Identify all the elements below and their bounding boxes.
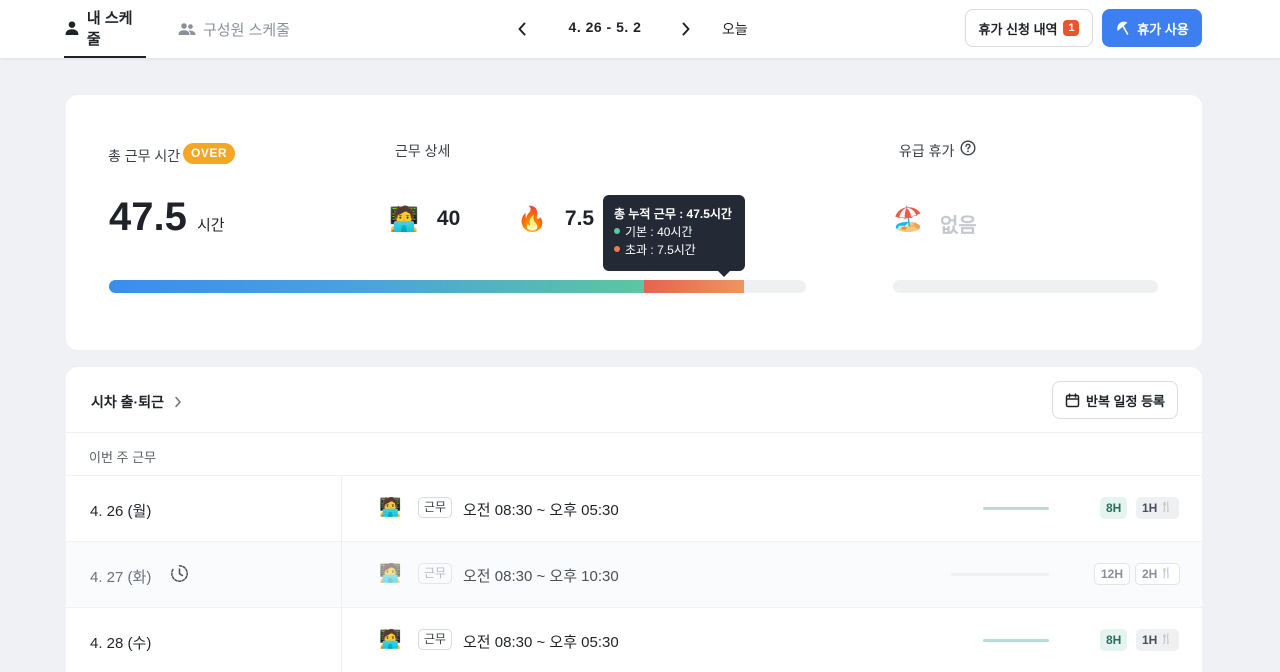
work-type-chip: 근무 [418, 629, 453, 650]
week-date-range: 4. 26 - 5. 2 [568, 19, 642, 35]
work-type-chip: 근무 [418, 497, 453, 518]
over-dot-icon [614, 246, 620, 252]
chevron-right-icon [682, 22, 690, 36]
work-hours-progress[interactable] [109, 280, 806, 293]
use-leave-label: 휴가 사용 [1137, 21, 1189, 37]
progress-tooltip: 총 누적 근무 : 47.5시간 기본 : 40시간 초과 : 7.5시간 [603, 195, 745, 277]
technologist-icon: 🧑‍💻 [389, 205, 419, 233]
work-detail-label: 근무 상세 [395, 143, 451, 159]
tab-my-schedule-label: 내 스케줄 [86, 10, 133, 48]
paid-leave-value: 없음 [940, 215, 977, 237]
tab-member-schedule-label: 구성원 스케줄 [203, 21, 290, 39]
beach-umbrella-icon: 🏖️ [893, 205, 923, 233]
repeat-schedule-button[interactable]: 반복 일정 등록 [1052, 381, 1178, 419]
row-work-time: 오전 08:30 ~ 오후 05:30 [463, 502, 619, 519]
flex-time-label: 시차 출·퇴근 [91, 394, 164, 410]
row-timeline-bar [951, 573, 1049, 576]
total-hours-unit: 시간 [197, 217, 225, 234]
row-work-time: 오전 08:30 ~ 오후 05:30 [463, 634, 619, 651]
row-timeline-bar [983, 639, 1049, 642]
over-badge: OVER [183, 143, 236, 164]
repeat-schedule-label: 반복 일정 등록 [1086, 393, 1165, 409]
break-hours-chip: 2H 🍴 [1135, 563, 1180, 585]
work-summary-card: 총 근무 시간 OVER 47.5 시간 근무 상세 🧑‍💻 40 🔥 7.5 … [66, 95, 1202, 350]
progress-over-segment [644, 280, 744, 293]
leave-history-count-badge: 1 [1063, 20, 1080, 36]
row-date: 4. 27 (화) [90, 569, 152, 586]
clock-icon [171, 565, 188, 582]
calendar-icon [1065, 392, 1080, 407]
work-hours-chip: 12H [1094, 563, 1131, 585]
total-hours-label: 총 근무 시간 [108, 148, 181, 164]
tab-member-schedule[interactable]: 구성원 스케줄 [178, 0, 290, 58]
chevron-right-icon [175, 396, 181, 408]
work-hours-chip: 8H [1100, 629, 1128, 651]
paid-leave-progress [893, 280, 1158, 293]
paid-leave-label: 유급 휴가 [899, 143, 955, 159]
fork-knife-icon: 🍴 [1160, 634, 1173, 645]
fork-knife-icon: 🍴 [1160, 568, 1173, 579]
umbrella-icon [1117, 21, 1129, 35]
technologist-icon: 🧑‍💻 [379, 563, 402, 584]
technologist-icon: 🧑‍💻 [379, 497, 402, 518]
work-hours-value: 8H [1106, 501, 1122, 515]
row-divider [341, 608, 342, 672]
row-divider [341, 542, 342, 607]
base-hours-item: 🧑‍💻 40 [389, 205, 460, 233]
over-hours-item: 🔥 7.5 [517, 205, 594, 233]
week-label: 이번 주 근무 [89, 450, 157, 465]
use-leave-button[interactable]: 휴가 사용 [1102, 9, 1202, 47]
fork-knife-icon: 🍴 [1160, 502, 1173, 513]
over-hours-value: 7.5 [564, 207, 595, 230]
technologist-icon: 🧑‍💻 [379, 629, 402, 650]
schedule-row[interactable]: 4. 26 (월) 🧑‍💻 근무 오전 08:30 ~ 오후 05:30 8H … [66, 476, 1202, 542]
fire-icon: 🔥 [517, 205, 547, 233]
next-week-button[interactable] [674, 17, 698, 41]
work-hours-value: 8H [1106, 633, 1122, 647]
schedule-row[interactable]: 4. 27 (화) 🧑‍💻 근무 오전 08:30 ~ 오후 10:30 12H… [66, 542, 1202, 608]
tooltip-over-row: 초과 : 7.5시간 [614, 240, 734, 258]
base-hours-value: 40 [436, 207, 461, 230]
row-date: 4. 28 (수) [90, 635, 152, 652]
weekly-schedule-card: 시차 출·퇴근 반복 일정 등록 이번 주 근무 4. 26 (월) 🧑‍💻 근… [66, 367, 1202, 672]
flex-time-link[interactable]: 시차 출·퇴근 [91, 392, 182, 412]
tooltip-base-row: 기본 : 40시간 [614, 222, 734, 240]
week-section-header: 이번 주 근무 [66, 432, 1202, 476]
help-icon[interactable] [960, 140, 976, 156]
tooltip-over: 초과 : 7.5시간 [625, 242, 696, 257]
tab-my-schedule[interactable]: 내 스케줄 [64, 0, 146, 58]
base-dot-icon [614, 228, 620, 234]
leave-history-label: 휴가 신청 내역 [978, 21, 1058, 37]
row-divider [341, 476, 342, 541]
total-hours-value: 47.5 [109, 195, 187, 239]
row-timeline-bar [983, 507, 1049, 510]
people-icon [178, 23, 196, 35]
work-hours-value: 12H [1101, 567, 1124, 581]
break-hours-value: 1H [1142, 501, 1158, 515]
break-hours-value: 1H [1142, 633, 1158, 647]
schedule-row[interactable]: 4. 28 (수) 🧑‍💻 근무 오전 08:30 ~ 오후 05:30 8H … [66, 608, 1202, 672]
row-date: 4. 26 (월) [90, 503, 152, 520]
break-hours-chip: 1H 🍴 [1136, 497, 1179, 519]
today-button[interactable]: 오늘 [722, 19, 748, 39]
break-hours-chip: 1H 🍴 [1136, 629, 1179, 651]
chevron-left-icon [518, 22, 526, 36]
leave-history-button[interactable]: 휴가 신청 내역 1 [965, 9, 1093, 47]
tooltip-total: 총 누적 근무 : 47.5시간 [614, 206, 732, 221]
work-hours-chip: 8H [1100, 497, 1128, 519]
top-header: 내 스케줄 구성원 스케줄 4. 26 - 5. 2 오늘 휴가 신청 내역 1… [0, 0, 1280, 58]
break-hours-value: 2H [1142, 567, 1158, 581]
progress-base-segment [109, 280, 644, 293]
work-type-chip: 근무 [418, 563, 453, 584]
tooltip-base: 기본 : 40시간 [625, 224, 693, 239]
prev-week-button[interactable] [510, 17, 534, 41]
row-work-time: 오전 08:30 ~ 오후 10:30 [463, 568, 619, 585]
person-icon [65, 21, 79, 35]
